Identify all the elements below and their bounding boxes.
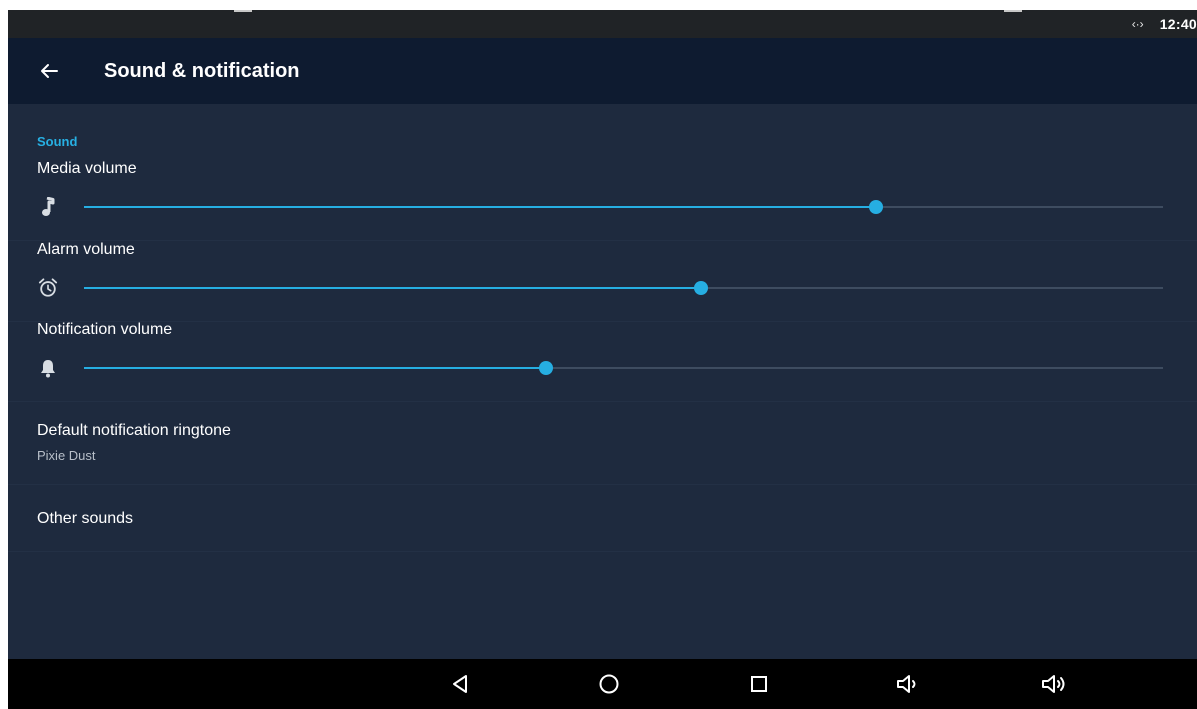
navigation-bar: [8, 659, 1197, 709]
slider-thumb[interactable]: [868, 200, 883, 214]
media-volume-label: Media volume: [37, 160, 137, 177]
alarm-volume-row: Alarm volume: [8, 241, 1197, 322]
back-button[interactable]: [32, 54, 66, 88]
status-notification-mark: [1004, 10, 1022, 12]
nav-volume-up-button[interactable]: [1035, 664, 1075, 704]
nav-back-button[interactable]: [440, 664, 480, 704]
bell-icon: [38, 357, 58, 379]
alarm-volume-slider[interactable]: [84, 281, 1163, 295]
slider-fill: [84, 367, 546, 369]
section-header-sound: Sound: [37, 134, 78, 149]
status-clock: 12:40: [1159, 16, 1197, 32]
alarm-volume-label: Alarm volume: [37, 241, 135, 258]
arrow-back-icon: [41, 64, 58, 78]
status-right-group: ‹·› 12:40: [1132, 10, 1197, 38]
notification-volume-row: Notification volume: [8, 321, 1197, 402]
media-volume-slider[interactable]: [84, 200, 1163, 214]
default-ringtone-item[interactable]: Default notification ringtone Pixie Dust: [8, 402, 1197, 485]
nav-volume-down-button[interactable]: [888, 664, 928, 704]
slider-fill: [84, 287, 702, 289]
ringtone-title: Default notification ringtone: [37, 422, 231, 439]
nav-recents-button[interactable]: [739, 664, 779, 704]
slider-fill: [84, 206, 876, 208]
page-title: Sound & notification: [104, 60, 300, 82]
home-icon: [599, 674, 619, 694]
android-screen: ‹·› 12:40 Sound & notification Sound Med…: [8, 10, 1197, 709]
back-icon: [453, 675, 467, 693]
notification-volume-slider[interactable]: [84, 361, 1163, 375]
status-bar: ‹·› 12:40: [8, 10, 1197, 38]
status-notification-mark: [234, 10, 252, 12]
media-volume-row: Media volume: [8, 160, 1197, 241]
music-note-icon: [38, 196, 58, 218]
app-bar: Sound & notification: [8, 38, 1197, 104]
recents-icon: [751, 676, 767, 692]
ringtone-summary: Pixie Dust: [37, 448, 96, 463]
volume-down-icon: [897, 675, 916, 693]
volume-up-icon: [1042, 675, 1065, 693]
alarm-clock-icon: [38, 277, 58, 299]
other-sounds-title: Other sounds: [37, 510, 134, 527]
slider-thumb[interactable]: [694, 281, 709, 295]
slider-thumb[interactable]: [538, 361, 553, 375]
nav-home-button[interactable]: [589, 664, 629, 704]
notification-volume-label: Notification volume: [37, 321, 173, 338]
other-sounds-item[interactable]: Other sounds: [8, 485, 1197, 552]
sync-icon: ‹·›: [1131, 17, 1144, 31]
